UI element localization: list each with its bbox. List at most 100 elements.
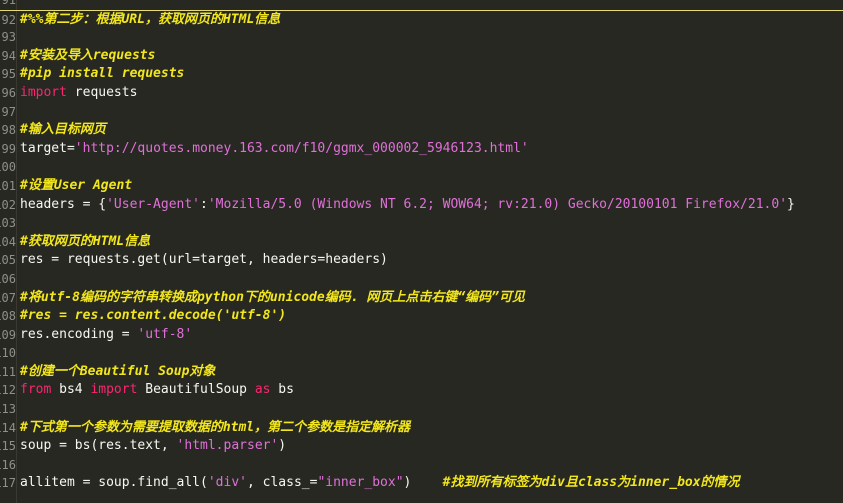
token-comment: #安装及导入requests <box>20 47 156 63</box>
line-number: 99 <box>1 141 16 156</box>
code-line[interactable]: 93 <box>0 28 843 47</box>
line-code: allitem = soup.find_all('div', class_="i… <box>20 474 740 493</box>
line-code: target='http://quotes.money.163.com/f10/… <box>20 140 529 159</box>
code-line[interactable]: 106 <box>0 270 843 289</box>
line-code: #安装及导入requests <box>20 47 155 66</box>
token-plain: allitem = soup.find_all( <box>20 475 208 491</box>
line-number: 98 <box>1 123 16 138</box>
line-number: 112 <box>0 383 16 398</box>
line-number: 111 <box>0 364 16 379</box>
code-lines[interactable]: 91 92 #%%第二步：根据URL，获取网页的HTML信息 93 94 #安装及导入re… <box>0 0 843 493</box>
code-line[interactable]: 97 <box>0 103 843 122</box>
code-line[interactable]: 94 #安装及导入requests <box>0 47 843 66</box>
token-comment: #%%第二步：根据URL，获取网页的HTML信息 <box>20 11 281 27</box>
token-plain: soup = bs(res.text, <box>20 438 177 454</box>
token-url: 'div' <box>207 475 247 491</box>
code-line[interactable]: 101 #设置User Agent <box>0 177 843 196</box>
token-comment: #将utf-8编码的字符串转换成python下的unicode编码. 网页上点击… <box>20 289 526 305</box>
line-number: 102 <box>0 197 16 212</box>
code-line[interactable]: 98 #输入目标网页 <box>0 121 843 140</box>
token-plain: headers = { <box>20 196 107 212</box>
code-line[interactable]: 111 #创建一个Beautiful Soup对象 <box>0 363 843 382</box>
code-line[interactable]: 115 soup = bs(res.text, 'html.parser') <box>0 437 843 456</box>
code-line[interactable]: 107 #将utf-8编码的字符串转换成python下的unicode编码. 网页… <box>0 289 843 308</box>
token-keyword: from <box>20 382 52 398</box>
code-line[interactable]: 110 <box>0 344 843 363</box>
line-number: 105 <box>0 253 16 268</box>
code-line[interactable]: 117 allitem = soup.find_all('div', class_… <box>0 474 843 493</box>
line-code: res = requests.get(url=target, headers=h… <box>20 251 388 270</box>
code-line[interactable]: 96 import requests <box>0 84 843 103</box>
code-line[interactable]: 95 #pip install requests <box>0 65 843 84</box>
token-comment: #pip install requests <box>20 66 185 82</box>
token-url: 'Mozilla/5.0 (Windows NT 6.2; WOW64; rv:… <box>207 196 788 212</box>
token-url: 'User-Agent' <box>106 196 201 212</box>
line-number: 113 <box>0 402 16 417</box>
token-plain: bs4 <box>51 382 91 398</box>
code-line[interactable]: 91 <box>0 0 843 10</box>
line-number: 116 <box>0 457 16 472</box>
code-line[interactable]: 114 #下式第一个参数为需要提取数据的html，第二个参数是指定解析器 <box>0 419 843 438</box>
token-keyword: as <box>254 382 271 398</box>
code-line[interactable]: 104 #获取网页的HTML信息 <box>0 233 843 252</box>
line-code: import requests <box>20 84 137 103</box>
line-code: #res = res.content.decode('utf-8') <box>20 307 286 326</box>
line-code: soup = bs(res.text, 'html.parser') <box>20 437 286 456</box>
line-number: 96 <box>1 85 16 100</box>
token-plain: } <box>787 196 795 212</box>
code-line[interactable]: 113 <box>0 400 843 419</box>
line-code: res.encoding = 'utf-8' <box>20 326 192 345</box>
line-number: 97 <box>1 104 16 119</box>
token-plain: BeautifulSoup <box>137 382 255 398</box>
code-line[interactable]: 112 from bs4 import BeautifulSoup as bs <box>0 381 843 400</box>
token-comment: #找到所有标签为div且class为inner_box的情况 <box>442 475 740 491</box>
token-plain: res = requests.get(url=target, headers=h… <box>20 252 388 268</box>
line-number: 104 <box>0 234 16 249</box>
code-line[interactable]: 102 headers = {'User-Agent':'Mozilla/5.0 … <box>0 196 843 215</box>
token-plain: ) <box>403 475 443 491</box>
token-plain: requests <box>66 84 138 100</box>
token-plain: : <box>200 196 208 212</box>
token-comment: #输入目标网页 <box>20 122 106 138</box>
line-number: 110 <box>0 346 16 361</box>
line-code: #将utf-8编码的字符串转换成python下的unicode编码. 网页上点击… <box>20 289 525 308</box>
line-number: 108 <box>0 309 16 324</box>
line-code: #输入目标网页 <box>20 121 106 140</box>
line-number: 117 <box>0 476 16 491</box>
line-number: 92 <box>1 12 16 27</box>
line-code: #获取网页的HTML信息 <box>20 233 150 252</box>
line-number: 95 <box>1 67 16 82</box>
token-url: 'http://quotes.money.163.com/f10/ggmx_00… <box>74 140 529 156</box>
code-line[interactable]: 92 #%%第二步：根据URL，获取网页的HTML信息 <box>0 9 843 30</box>
line-number: 115 <box>0 439 16 454</box>
line-code: #pip install requests <box>20 65 184 84</box>
line-number: 101 <box>0 178 16 193</box>
line-code: #设置User Agent <box>20 177 132 196</box>
token-url: "inner_box" <box>317 475 404 491</box>
token-url: 'utf-8' <box>137 326 193 342</box>
token-keyword: import <box>20 84 67 100</box>
line-number: 114 <box>0 420 16 435</box>
code-line[interactable]: 105 res = requests.get(url=target, header… <box>0 251 843 270</box>
code-line[interactable]: 100 <box>0 158 843 177</box>
line-number: 106 <box>0 271 16 286</box>
code-line[interactable]: 116 <box>0 456 843 475</box>
line-number: 94 <box>1 48 16 63</box>
line-code: #%%第二步：根据URL，获取网页的HTML信息 <box>20 11 280 30</box>
code-editor[interactable]: 91 92 #%%第二步：根据URL，获取网页的HTML信息 93 94 #安装及导入re… <box>0 0 843 503</box>
line-code: #下式第一个参数为需要提取数据的html，第二个参数是指定解析器 <box>20 419 410 438</box>
token-plain: ) <box>278 438 287 454</box>
code-line[interactable]: 108 #res = res.content.decode('utf-8') <box>0 307 843 326</box>
line-code: from bs4 import BeautifulSoup as bs <box>20 381 294 400</box>
token-comment: #下式第一个参数为需要提取数据的html，第二个参数是指定解析器 <box>20 419 411 435</box>
code-line[interactable]: 109 res.encoding = 'utf-8' <box>0 326 843 345</box>
code-line[interactable]: 103 <box>0 214 843 233</box>
line-number: 103 <box>0 216 16 231</box>
token-comment: #res = res.content.decode('utf-8') <box>20 308 287 324</box>
line-number: 100 <box>0 160 16 175</box>
code-line[interactable]: 99 target='http://quotes.money.163.com/f1… <box>0 140 843 159</box>
token-keyword: import <box>90 382 138 398</box>
line-number: 109 <box>0 327 16 342</box>
line-number: 91 <box>1 0 16 7</box>
line-code: #创建一个Beautiful Soup对象 <box>20 363 215 382</box>
